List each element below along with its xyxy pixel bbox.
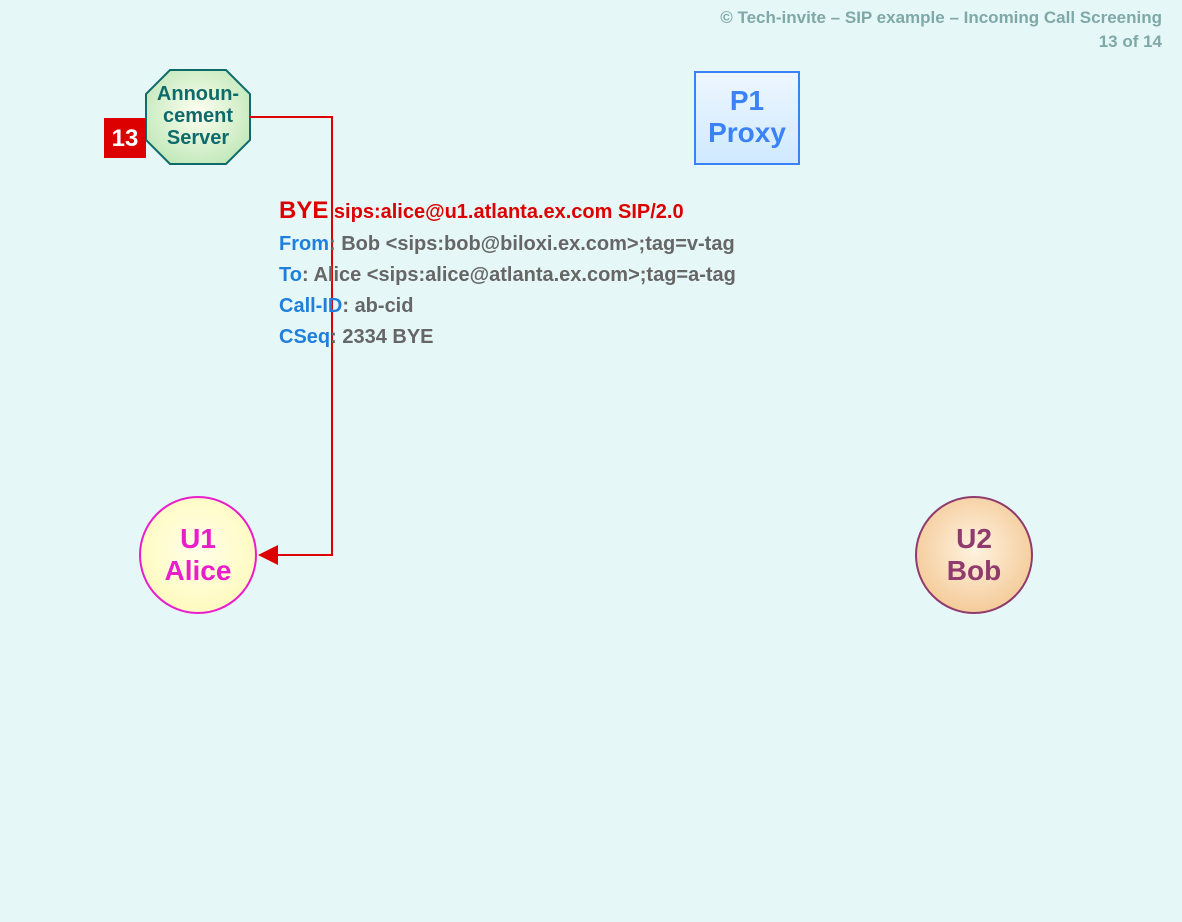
sip-callid-line: Call-ID: ab-cid [279,291,736,322]
sip-to-line: To: Alice <sips:alice@atlanta.ex.com>;ta… [279,260,736,291]
u2-bob-node: U2 Bob [916,497,1032,613]
announcement-line1: Announ- [157,83,239,105]
sip-cseq-value: 2334 BYE [342,326,433,348]
step-number: 13 [112,125,139,152]
u1-line2: Alice [165,555,232,586]
announcement-line2: cement [163,105,233,127]
diagram-canvas: Announ- cement Server 13 P1 Proxy U1 Ali… [0,0,1182,922]
sip-cseq-line: CSeq: 2334 BYE [279,322,736,353]
sip-request-uri: sips:alice@u1.atlanta.ex.com SIP/2.0 [334,201,684,223]
step-number-badge: 13 [104,118,146,158]
sip-method: BYE [279,197,328,224]
p1-proxy-node: P1 Proxy [695,72,799,164]
sip-from-line: From: Bob <sips:bob@biloxi.ex.com>;tag=v… [279,229,736,260]
proxy-line1: P1 [730,85,764,116]
sip-callid-value: ab-cid [355,295,414,317]
u1-line1: U1 [180,523,216,554]
sip-to-value: Alice <sips:alice@atlanta.ex.com>;tag=a-… [313,264,735,286]
sip-to-name: To [279,264,302,286]
sip-request-line: BYE sips:alice@u1.atlanta.ex.com SIP/2.0 [279,192,736,229]
announcement-server-node: Announ- cement Server [146,70,250,164]
u2-line2: Bob [947,555,1001,586]
announcement-line3: Server [167,127,229,149]
proxy-line2: Proxy [708,117,786,148]
sip-message: BYE sips:alice@u1.atlanta.ex.com SIP/2.0… [279,192,736,353]
u1-alice-node: U1 Alice [140,497,256,613]
sip-cseq-name: CSeq [279,326,330,348]
sip-from-name: From [279,233,329,255]
u2-line1: U2 [956,523,992,554]
sip-from-value: Bob <sips:bob@biloxi.ex.com>;tag=v-tag [341,233,734,255]
sip-callid-name: Call-ID [279,295,342,317]
